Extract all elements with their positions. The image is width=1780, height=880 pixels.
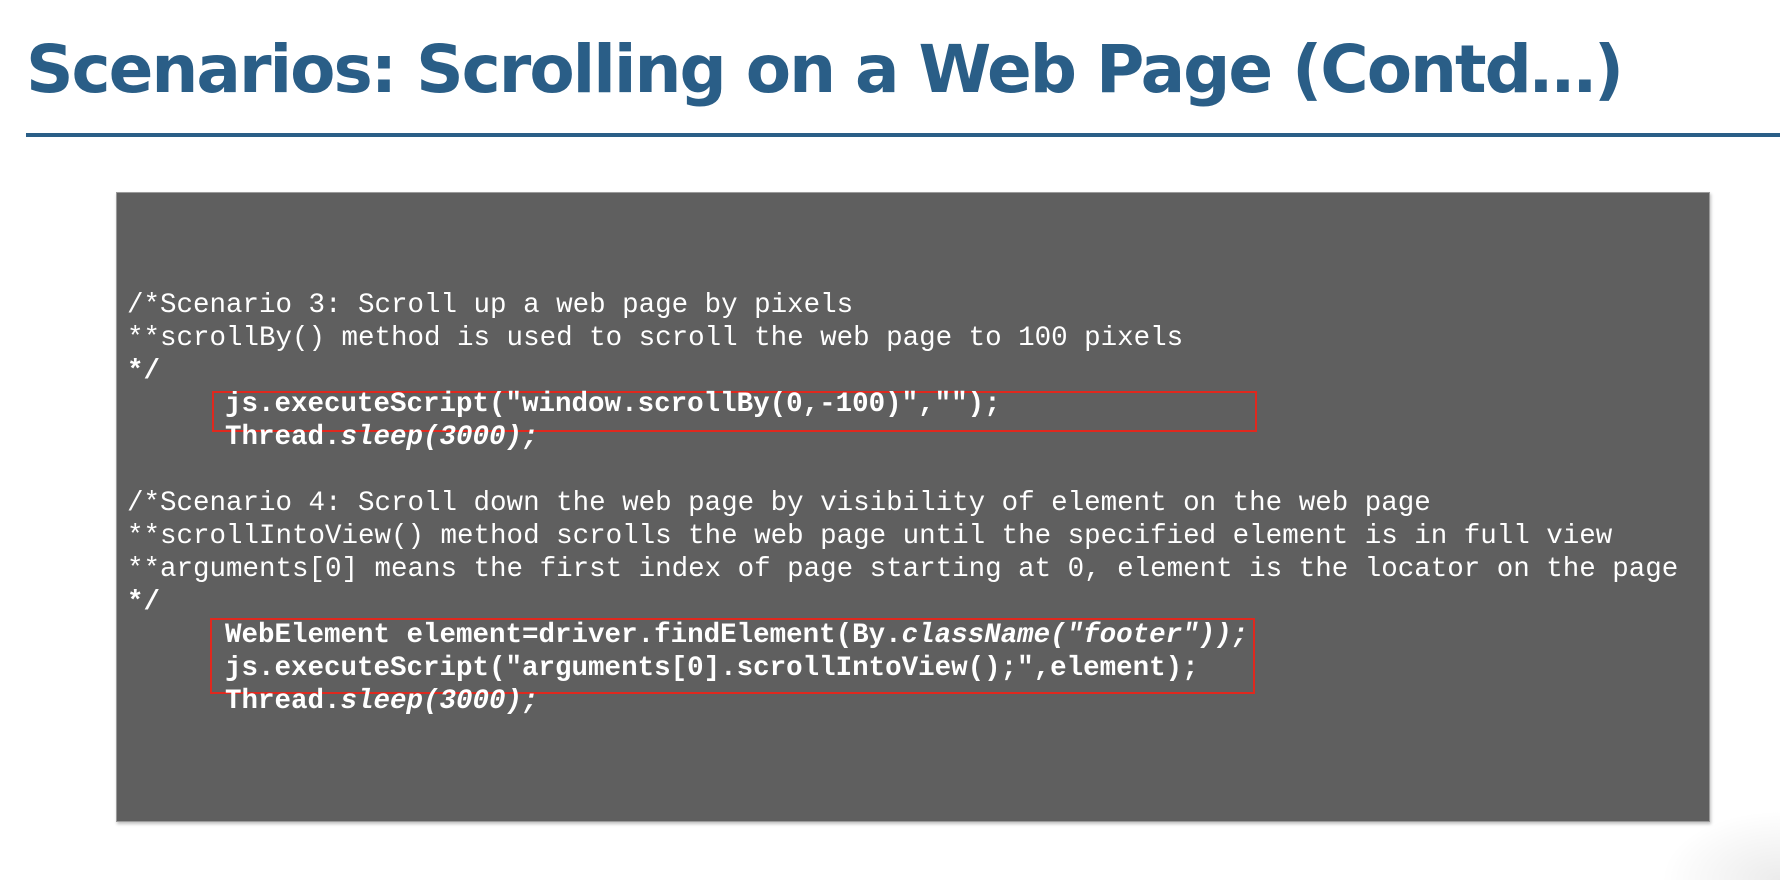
scenario4-comment-line3: **arguments[0] means the first index of …: [127, 554, 1679, 585]
scenario4-comment-line1: /*Scenario 4: Scroll down the web page b…: [127, 488, 1431, 519]
slide-title: Scenarios: Scrolling on a Web Page (Cont…: [26, 31, 1624, 108]
sleep-call: sleep(3000);: [340, 686, 539, 717]
scenario3-comment-line1: /*Scenario 3: Scroll up a web page by pi…: [127, 290, 854, 321]
find-element-prefix: WebElement element=driver.findElement(By…: [225, 620, 902, 651]
title-divider: [26, 133, 1780, 137]
code-block: /*Scenario 3: Scroll up a web page by pi…: [116, 192, 1710, 822]
scenario3-comment-line2: **scrollBy() method is used to scroll th…: [127, 323, 1184, 354]
scenario4-find-element-line: WebElement element=driver.findElement(By…: [225, 619, 1248, 652]
scenario3-comment-end: */: [127, 356, 161, 387]
scenario4-comment-end: */: [127, 587, 161, 618]
scenario4-execute-script-line: js.executeScript("arguments[0].scrollInt…: [225, 653, 1199, 684]
scenario3-execute-script-line: js.executeScript("window.scrollBy(0,-100…: [225, 389, 1001, 420]
scenario4-thread-sleep-line: Thread.sleep(3000);: [225, 685, 539, 718]
thread-class-name: Thread.: [225, 422, 341, 453]
sleep-call: sleep(3000);: [340, 422, 539, 453]
class-name-call: className("footer"));: [901, 620, 1249, 651]
scenario4-comment-line2: **scrollIntoView() method scrolls the we…: [127, 521, 1613, 552]
page-corner-shadow: [1660, 810, 1780, 880]
scenario3-thread-sleep-line: Thread.sleep(3000);: [225, 421, 539, 454]
thread-class-name: Thread.: [225, 686, 341, 717]
